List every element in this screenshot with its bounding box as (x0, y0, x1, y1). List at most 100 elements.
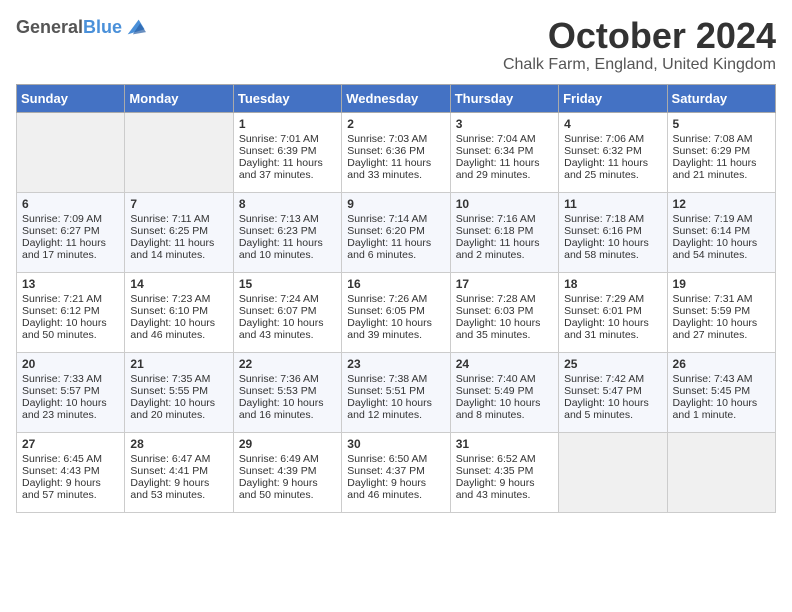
sunset-text: Sunset: 4:37 PM (347, 465, 444, 477)
day-number: 23 (347, 357, 444, 371)
calendar-cell: 9Sunrise: 7:14 AMSunset: 6:20 PMDaylight… (342, 192, 450, 272)
logo-icon (124, 16, 146, 38)
day-number: 27 (22, 437, 119, 451)
day-number: 4 (564, 117, 661, 131)
daylight-text: Daylight: 9 hours and 50 minutes. (239, 477, 336, 501)
calendar-cell: 12Sunrise: 7:19 AMSunset: 6:14 PMDayligh… (667, 192, 775, 272)
sunrise-text: Sunrise: 7:09 AM (22, 213, 119, 225)
logo: GeneralBlue (16, 16, 146, 38)
sunset-text: Sunset: 5:49 PM (456, 385, 553, 397)
day-number: 2 (347, 117, 444, 131)
calendar-cell (559, 432, 667, 512)
daylight-text: Daylight: 10 hours and 39 minutes. (347, 317, 444, 341)
sunset-text: Sunset: 4:43 PM (22, 465, 119, 477)
daylight-text: Daylight: 9 hours and 57 minutes. (22, 477, 119, 501)
day-number: 22 (239, 357, 336, 371)
sunset-text: Sunset: 4:35 PM (456, 465, 553, 477)
calendar-cell (667, 432, 775, 512)
day-number: 6 (22, 197, 119, 211)
daylight-text: Daylight: 10 hours and 43 minutes. (239, 317, 336, 341)
day-number: 13 (22, 277, 119, 291)
day-number: 17 (456, 277, 553, 291)
sunrise-text: Sunrise: 7:35 AM (130, 373, 227, 385)
sunset-text: Sunset: 6:20 PM (347, 225, 444, 237)
calendar-cell: 31Sunrise: 6:52 AMSunset: 4:35 PMDayligh… (450, 432, 558, 512)
sunrise-text: Sunrise: 7:43 AM (673, 373, 770, 385)
sunset-text: Sunset: 6:36 PM (347, 145, 444, 157)
calendar-cell: 6 Sunrise: 7:09 AMSunset: 6:27 PMDaylight… (17, 192, 125, 272)
calendar-week-row: 6Sunrise: 7:09 AMSunset: 6:27 PMDaylight… (17, 192, 776, 272)
sunrise-text: Sunrise: 7:33 AM (22, 373, 119, 385)
sunrise-text: Sunrise: 7:03 AM (347, 133, 444, 145)
sunset-text: Sunset: 6:25 PM (130, 225, 227, 237)
day-number: 1 (239, 117, 336, 131)
daylight-text: Daylight: 10 hours and 58 minutes. (564, 237, 661, 261)
calendar-week-row: 1 Sunrise: 7:01 AMSunset: 6:39 PM Daylight… (17, 112, 776, 192)
sunset-text: Sunset: 6:12 PM (22, 305, 119, 317)
daylight-text: Daylight: 10 hours and 31 minutes. (564, 317, 661, 341)
sunrise-text: Sunrise: 7:14 AM (347, 213, 444, 225)
calendar-cell (125, 112, 233, 192)
calendar-cell: 17Sunrise: 7:28 AMSunset: 6:03 PMDayligh… (450, 272, 558, 352)
daylight-text: Daylight: 10 hours and 35 minutes. (456, 317, 553, 341)
calendar-cell: 2 Sunrise: 7:03 AMSunset: 6:36 PMDaylight… (342, 112, 450, 192)
day-number: 5 (673, 117, 770, 131)
sunrise-text: Sunrise: 7:01 AM (239, 133, 336, 145)
calendar-cell: 20Sunrise: 7:33 AMSunset: 5:57 PMDayligh… (17, 352, 125, 432)
calendar-cell: 19Sunrise: 7:31 AMSunset: 5:59 PMDayligh… (667, 272, 775, 352)
calendar-cell: 18Sunrise: 7:29 AMSunset: 6:01 PMDayligh… (559, 272, 667, 352)
sunset-text: Sunset: 6:01 PM (564, 305, 661, 317)
daylight-text: Daylight: 11 hours and 2 minutes. (456, 237, 553, 261)
daylight-text: Daylight: 11 hours and 21 minutes. (673, 157, 770, 181)
weekday-header: Sunday (17, 84, 125, 112)
calendar-cell: 5Sunrise: 7:08 AMSunset: 6:29 PMDaylight… (667, 112, 775, 192)
calendar-cell: 25Sunrise: 7:42 AMSunset: 5:47 PMDayligh… (559, 352, 667, 432)
sunset-text: Sunset: 6:23 PM (239, 225, 336, 237)
sunset-text: Sunset: 6:18 PM (456, 225, 553, 237)
title-area: October 2024 Chalk Farm, England, United… (503, 16, 776, 74)
calendar-cell: 11Sunrise: 7:18 AMSunset: 6:16 PMDayligh… (559, 192, 667, 272)
calendar-cell: 4Sunrise: 7:06 AMSunset: 6:32 PMDaylight… (559, 112, 667, 192)
daylight-text: Daylight: 10 hours and 54 minutes. (673, 237, 770, 261)
day-number: 16 (347, 277, 444, 291)
calendar-cell: 1Sunrise: 7:01 AMSunset: 6:39 PMDaylight… (233, 112, 341, 192)
month-title: October 2024 (503, 16, 776, 56)
daylight-text: Daylight: 10 hours and 8 minutes. (456, 397, 553, 421)
calendar-week-row: 27Sunrise: 6:45 AMSunset: 4:43 PMDayligh… (17, 432, 776, 512)
day-number: 3 (456, 117, 553, 131)
day-number: 19 (673, 277, 770, 291)
sunset-text: Sunset: 6:10 PM (130, 305, 227, 317)
daylight-text: Daylight: 10 hours and 27 minutes. (673, 317, 770, 341)
daylight-text: Daylight: 10 hours and 50 minutes. (22, 317, 119, 341)
day-number: 7 (130, 197, 227, 211)
sunset-text: Sunset: 6:39 PM (239, 145, 336, 157)
calendar-cell: 23Sunrise: 7:38 AMSunset: 5:51 PMDayligh… (342, 352, 450, 432)
daylight-text: Daylight: 11 hours and 17 minutes. (22, 237, 119, 261)
sunrise-text: Sunrise: 7:38 AM (347, 373, 444, 385)
day-number: 14 (130, 277, 227, 291)
weekday-header: Friday (559, 84, 667, 112)
daylight-text: Daylight: 11 hours and 33 minutes. (347, 157, 444, 181)
sunrise-text: Sunrise: 7:28 AM (456, 293, 553, 305)
day-number: 8 (239, 197, 336, 211)
sunrise-text: Sunrise: 7:24 AM (239, 293, 336, 305)
day-number: 21 (130, 357, 227, 371)
sunset-text: Sunset: 5:51 PM (347, 385, 444, 397)
calendar-cell: 22Sunrise: 7:36 AMSunset: 5:53 PMDayligh… (233, 352, 341, 432)
sunrise-text: Sunrise: 6:45 AM (22, 453, 119, 465)
calendar-cell: 28Sunrise: 6:47 AMSunset: 4:41 PMDayligh… (125, 432, 233, 512)
sunset-text: Sunset: 6:27 PM (22, 225, 119, 237)
calendar-cell: 16 Sunrise: 7:26 AMSunset: 6:05 PMDayligh… (342, 272, 450, 352)
sunset-text: Sunset: 5:45 PM (673, 385, 770, 397)
calendar-cell: 21Sunrise: 7:35 AMSunset: 5:55 PMDayligh… (125, 352, 233, 432)
sunrise-text: Sunrise: 7:26 AM (347, 293, 444, 305)
sunset-text: Sunset: 5:57 PM (22, 385, 119, 397)
sunset-text: Sunset: 5:47 PM (564, 385, 661, 397)
sunset-text: Sunset: 6:29 PM (673, 145, 770, 157)
sunrise-text: Sunrise: 7:36 AM (239, 373, 336, 385)
daylight-text: Daylight: 11 hours and 6 minutes. (347, 237, 444, 261)
daylight-text: Daylight: 9 hours and 46 minutes. (347, 477, 444, 501)
sunset-text: Sunset: 6:05 PM (347, 305, 444, 317)
daylight-text: Daylight: 9 hours and 53 minutes. (130, 477, 227, 501)
day-number: 31 (456, 437, 553, 451)
